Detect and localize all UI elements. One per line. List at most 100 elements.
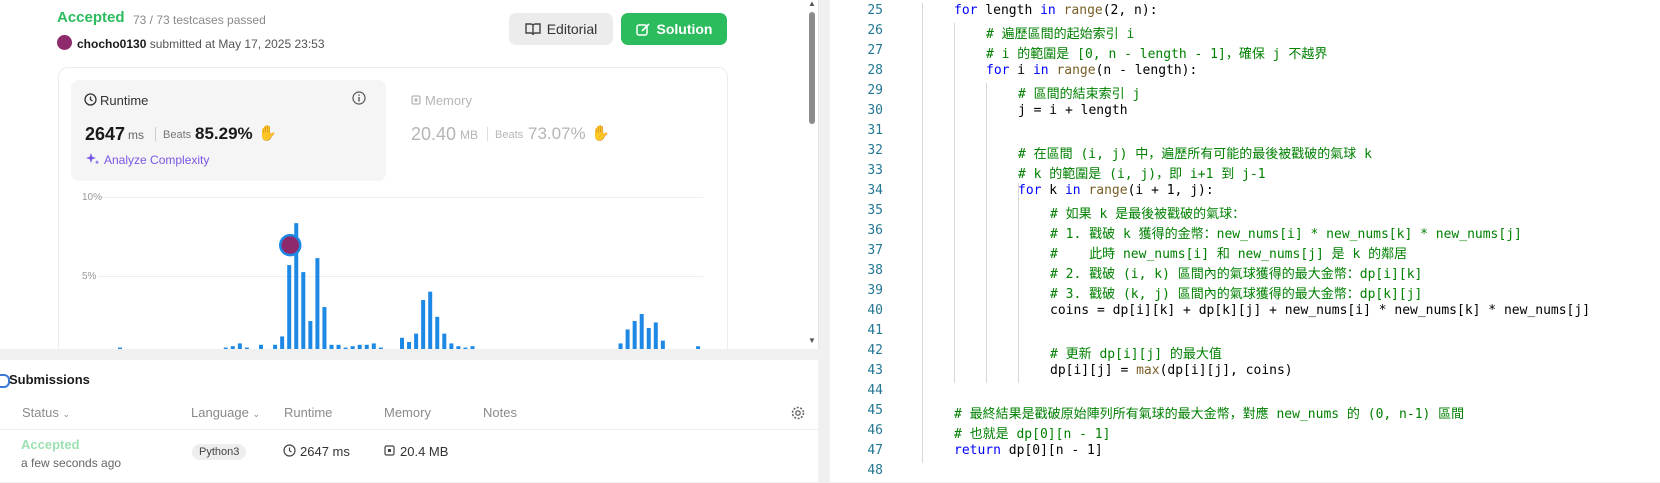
chart-bar[interactable]	[350, 346, 355, 349]
memory-label[interactable]: Memory	[425, 93, 472, 108]
code-editor[interactable]: 25 for length in range(2, n): 26 # 遍歷區間的起始索…	[830, 0, 1660, 482]
code-line[interactable]: 44	[830, 383, 1660, 403]
chart-bar[interactable]	[308, 321, 313, 349]
chart-bar[interactable]	[696, 346, 701, 349]
chart-bar[interactable]	[301, 272, 306, 349]
analyze-complexity-link[interactable]: Analyze Complexity	[104, 153, 209, 167]
column-runtime: Runtime	[284, 405, 333, 420]
chart-bar[interactable]	[273, 344, 278, 349]
chart-bar[interactable]	[470, 346, 475, 349]
chart-bar[interactable]	[259, 344, 263, 349]
code-text: # 也就是 dp[0][n - 1]	[954, 427, 1111, 442]
chart-bar[interactable]	[357, 344, 362, 349]
code-text: # 如果 k 是最後被戳破的氣球：	[1050, 207, 1246, 222]
chart-bar[interactable]	[421, 300, 426, 349]
chart-bar[interactable]	[364, 344, 369, 349]
line-number: 45	[867, 403, 883, 418]
chart-bar[interactable]	[639, 314, 644, 349]
chart-bar[interactable]	[646, 328, 651, 349]
solution-label: Solution	[656, 21, 713, 37]
chart-bar[interactable]	[449, 343, 454, 349]
avatar[interactable]	[57, 35, 72, 50]
book-icon	[525, 23, 541, 36]
chart-bar[interactable]	[435, 316, 440, 349]
code-text: # 3. 戳破 (k, j) 區間內的氣球獲得的最大金幣：dp[k][j]	[1050, 287, 1423, 302]
panel-resize-handle[interactable]	[820, 0, 830, 482]
code-text: # 2. 戳破 (i, k) 區間內的氣球獲得的最大金幣：dp[i][k]	[1050, 267, 1423, 282]
chart-bar[interactable]	[378, 347, 383, 349]
line-number: 40	[867, 303, 883, 318]
testcases-passed: 73 / 73 testcases passed	[133, 13, 266, 27]
chart-bar[interactable]	[322, 307, 327, 349]
info-icon[interactable]	[352, 91, 366, 105]
chart-bar[interactable]	[428, 291, 433, 349]
line-number: 28	[867, 63, 883, 78]
chart-bar[interactable]	[407, 342, 412, 349]
memory-chip-icon	[411, 95, 421, 105]
code-text: # 區間的結束索引 j	[1018, 87, 1141, 102]
status-accepted: Accepted	[57, 9, 125, 26]
scroll-up-icon[interactable]: ▲	[808, 0, 816, 8]
chart-bar[interactable]	[463, 347, 468, 349]
submissions-panel	[0, 360, 818, 482]
chart-bar[interactable]	[625, 329, 630, 349]
chart-bar[interactable]	[400, 337, 404, 349]
code-line[interactable]: 47 return dp[0][n - 1]	[830, 443, 1660, 463]
line-number: 34	[867, 183, 883, 198]
chart-bar[interactable]	[287, 265, 292, 349]
indent-guide	[986, 83, 987, 383]
row-status[interactable]: Accepted	[21, 437, 80, 452]
chart-bar[interactable]	[371, 343, 376, 349]
code-text: # 遍歷區間的起始索引 i	[986, 27, 1135, 42]
line-number: 44	[867, 383, 883, 398]
chart-bar[interactable]	[280, 336, 285, 349]
chart-bar[interactable]	[653, 322, 658, 349]
column-language[interactable]: Language ⌄	[191, 405, 260, 420]
column-status-label: Status	[22, 405, 59, 420]
code-line[interactable]: 46 # 也就是 dp[0][n - 1]	[830, 423, 1660, 443]
chart-bar[interactable]	[223, 347, 228, 349]
chart-bar[interactable]	[329, 344, 334, 349]
code-line[interactable]: 45 # 最終結果是戳破原始陣列所有氣球的最大金幣，對應 new_nums 的 (…	[830, 403, 1660, 423]
chart-bar[interactable]	[336, 344, 341, 349]
chart-bar[interactable]	[237, 343, 242, 349]
scrollbar-thumb[interactable]	[809, 12, 815, 124]
code-text: dp[i][j] = max(dp[i][j], coins)	[1050, 363, 1293, 378]
chart-bar[interactable]	[315, 258, 320, 349]
chart-bar[interactable]	[230, 346, 235, 349]
chart-bar[interactable]	[442, 333, 447, 349]
clock-icon	[84, 93, 97, 106]
chart-bar[interactable]	[660, 340, 665, 349]
runtime-distribution-chart[interactable]	[98, 190, 703, 349]
code-text: # 更新 dp[i][j] 的最大值	[1050, 347, 1222, 362]
solution-button[interactable]: Solution	[621, 13, 727, 45]
code-line[interactable]: 48	[830, 463, 1660, 483]
code-text: # 最終結果是戳破原始陣列所有氣球的最大金幣，對應 new_nums 的 (0,…	[954, 407, 1465, 422]
line-number: 47	[867, 443, 883, 458]
code-text: # 此時 new_nums[i] 和 new_nums[j] 是 k 的鄰居	[1050, 247, 1408, 262]
chart-bar[interactable]	[618, 343, 623, 349]
chart-bar[interactable]	[456, 346, 461, 349]
username[interactable]: chocho0130	[77, 37, 146, 51]
line-number: 27	[867, 43, 883, 58]
line-number: 39	[867, 283, 883, 298]
chart-bar[interactable]	[244, 347, 249, 349]
scroll-down-icon[interactable]: ▼	[808, 336, 816, 345]
submitted-time: submitted at May 17, 2025 23:53	[149, 37, 325, 51]
chart-bar[interactable]	[632, 321, 637, 349]
code-text: for length in range(2, n):	[954, 3, 1158, 18]
indent-guide	[954, 23, 955, 383]
user-position-marker[interactable]	[279, 233, 302, 257]
memory-beats-label: Beats	[495, 129, 524, 141]
line-number: 43	[867, 363, 883, 378]
code-line[interactable]: 25 for length in range(2, n):	[830, 3, 1660, 23]
runtime-value: 2647	[85, 124, 126, 144]
editorial-button[interactable]: Editorial	[509, 13, 613, 45]
column-status[interactable]: Status ⌄	[22, 405, 70, 420]
chart-bar[interactable]	[414, 333, 419, 349]
gear-icon[interactable]	[791, 406, 805, 420]
chart-bar[interactable]	[343, 347, 348, 349]
runtime-unit: ms	[128, 128, 144, 142]
line-number: 33	[867, 163, 883, 178]
chart-bar[interactable]	[118, 347, 122, 349]
